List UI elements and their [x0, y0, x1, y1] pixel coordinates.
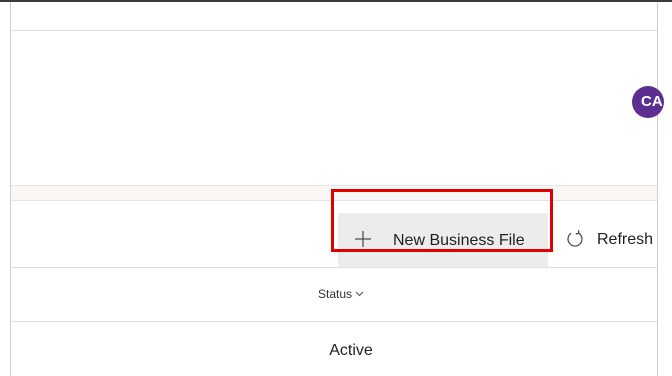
- user-avatar[interactable]: CA: [632, 86, 664, 118]
- header-divider: [11, 30, 657, 31]
- new-business-file-label: New Business File: [393, 232, 525, 249]
- status-column-header[interactable]: Status: [11, 268, 657, 321]
- section-separator-band: [11, 185, 657, 201]
- panel-right-border: [657, 2, 658, 376]
- plus-icon: [355, 231, 371, 247]
- new-business-file-button[interactable]: New Business File: [338, 213, 548, 267]
- refresh-label: Refresh: [597, 231, 654, 248]
- chevron-down-icon: [355, 291, 364, 297]
- table-row[interactable]: Active: [11, 322, 657, 376]
- refresh-icon: [567, 230, 583, 247]
- status-cell: Active: [329, 342, 373, 359]
- status-column-label: Status: [317, 287, 353, 301]
- screenshot-frame: CA New Business File Refresh Status Acti…: [0, 0, 672, 376]
- refresh-button[interactable]: Refresh: [556, 222, 657, 258]
